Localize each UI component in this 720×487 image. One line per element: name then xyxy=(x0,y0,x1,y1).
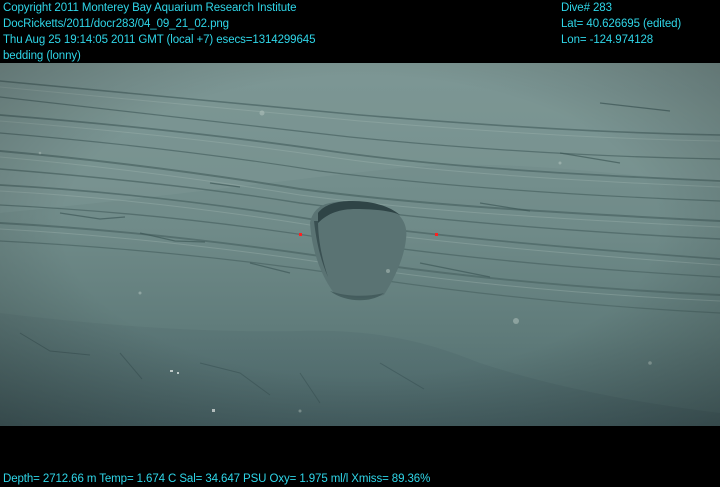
dive-number-line: Dive# 283 xyxy=(561,2,612,14)
overlay-top-right: Dive# 283 Lat= 40.626695 (edited) Lon= -… xyxy=(561,0,681,48)
image-path-line: DocRicketts/2011/docr283/04_09_21_02.png xyxy=(3,18,229,30)
copyright-line: Copyright 2011 Monterey Bay Aquarium Res… xyxy=(3,2,297,14)
longitude-line: Lon= -124.974128 xyxy=(561,34,654,46)
annotation-line: bedding (lonny) xyxy=(3,50,81,62)
overlay-bottom: Depth= 2712.66 m Temp= 1.674 C Sal= 34.6… xyxy=(3,471,430,487)
timestamp-line: Thu Aug 25 19:14:05 2011 GMT (local +7) … xyxy=(3,34,316,46)
seafloor-scene-svg xyxy=(0,63,720,426)
latitude-line: Lat= 40.626695 (edited) xyxy=(561,18,682,30)
overlay-top-left: Copyright 2011 Monterey Bay Aquarium Res… xyxy=(3,0,315,64)
ctd-sensor-line: Depth= 2712.66 m Temp= 1.674 C Sal= 34.6… xyxy=(3,473,431,485)
seafloor-image xyxy=(0,63,720,426)
